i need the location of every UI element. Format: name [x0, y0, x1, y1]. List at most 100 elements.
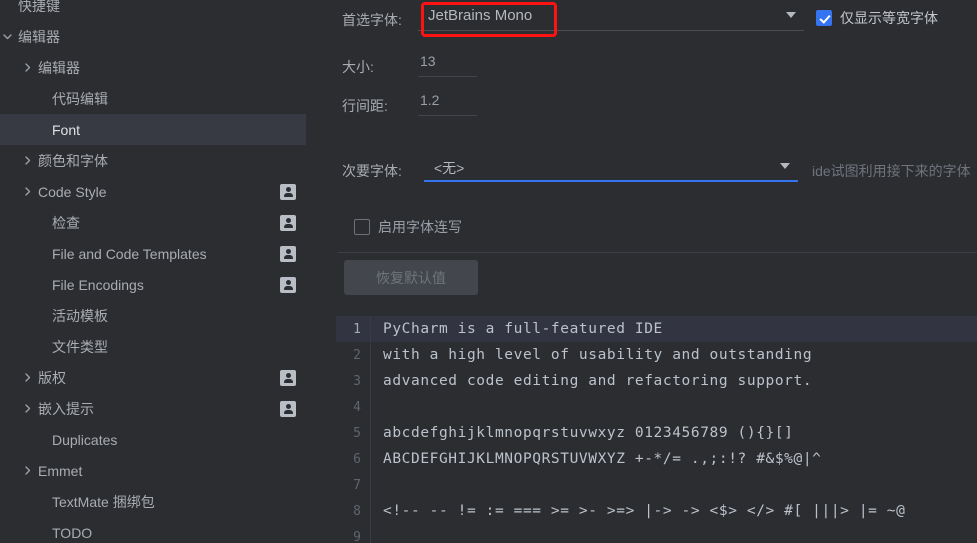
chevron-right-icon[interactable] [20, 464, 34, 478]
sidebar-item-3[interactable]: 代码编辑 [0, 83, 306, 114]
code-line[interactable]: 1 PyCharm is a full-featured IDE [336, 316, 977, 342]
person-icon [280, 183, 296, 200]
sidebar-item-8[interactable]: File and Code Templates [0, 238, 306, 269]
code-line[interactable]: 9 [336, 524, 977, 543]
line-number: 6 [353, 451, 361, 467]
chevron-down-icon[interactable] [0, 30, 14, 44]
sidebar-item-12[interactable]: 版权 [0, 362, 306, 393]
secondary-font-label: 次要字体: [342, 163, 402, 179]
size-input[interactable]: 13 [418, 53, 477, 77]
chevron-right-icon[interactable] [20, 402, 34, 416]
gutter-separator [370, 524, 371, 543]
sidebar-item-label: 文件类型 [52, 338, 108, 355]
checkbox-unchecked-icon[interactable] [354, 219, 370, 235]
sidebar-item-label: Font [52, 121, 81, 138]
code-text: with a high level of usability and outst… [383, 347, 813, 363]
sidebar-scrollbar-track[interactable] [306, 0, 622, 543]
chevron-down-icon[interactable] [780, 163, 790, 169]
sidebar-item-17[interactable]: TODO [0, 517, 306, 543]
code-line[interactable]: 2 with a high level of usability and outs… [336, 342, 977, 368]
gutter-separator [370, 394, 371, 420]
line-height-label: 行间距: [342, 98, 388, 114]
sidebar-item-0[interactable]: 快捷键 [0, 0, 306, 21]
secondary-font-label-row: 次要字体: [342, 161, 402, 181]
chevron-right-icon[interactable] [20, 185, 34, 199]
code-line[interactable]: 5 abcdefghijklmnopqrstuvwxyz 0123456789 (… [336, 420, 977, 446]
line-number: 5 [353, 425, 361, 441]
sidebar-item-11[interactable]: 文件类型 [0, 331, 306, 362]
code-line[interactable]: 7 [336, 472, 977, 498]
sidebar-item-label: 快捷键 [18, 0, 60, 14]
person-icon [280, 369, 296, 386]
secondary-font-combobox[interactable]: <无> [424, 156, 798, 182]
sidebar-item-4[interactable]: Font [0, 114, 306, 145]
primary-font-value: JetBrains Mono [428, 7, 533, 24]
sidebar-item-label: Code Style [38, 183, 107, 200]
code-text: <!-- -- != := === >= >- >=> |-> -> <$> <… [383, 503, 906, 519]
sidebar-item-15[interactable]: Emmet [0, 455, 306, 486]
sidebar-item-label: 嵌入提示 [38, 400, 94, 417]
chevron-down-icon[interactable] [786, 12, 796, 18]
person-icon [280, 245, 296, 262]
line-number: 2 [353, 347, 361, 363]
primary-font-label-row: 首选字体: [342, 10, 402, 30]
sidebar-item-label: 代码编辑 [52, 90, 108, 107]
line-height-underline [418, 115, 477, 116]
section-divider [338, 252, 977, 253]
sidebar-item-14[interactable]: Duplicates [0, 424, 306, 455]
monospaced-only-checkbox[interactable]: 仅显示等宽字体 [816, 8, 938, 28]
sidebar-item-10[interactable]: 活动模板 [0, 300, 306, 331]
sidebar-item-label: 活动模板 [52, 307, 108, 324]
sidebar-item-16[interactable]: TextMate 捆绑包 [0, 486, 306, 517]
sidebar-item-9[interactable]: File Encodings [0, 269, 306, 300]
code-text: ABCDEFGHIJKLMNOPQRSTUVWXYZ +-*/= .,;:!? … [383, 451, 822, 467]
sidebar-item-13[interactable]: 嵌入提示 [0, 393, 306, 424]
code-line[interactable]: 6 ABCDEFGHIJKLMNOPQRSTUVWXYZ +-*/= .,;:!?… [336, 446, 977, 472]
sidebar-item-label: 检查 [52, 214, 80, 231]
sidebar-item-label: Duplicates [52, 431, 118, 448]
line-number: 8 [353, 503, 361, 519]
sidebar-item-label: TextMate 捆绑包 [52, 493, 155, 510]
code-lines: 1 PyCharm is a full-featured IDE 2 with a h… [336, 316, 977, 543]
sidebar-item-label: 编辑器 [38, 59, 80, 76]
sidebar-item-label: 编辑器 [18, 28, 60, 45]
line-height-label-row: 行间距: [342, 96, 388, 116]
person-icon [280, 214, 296, 231]
secondary-font-hint: ide试图利用接下来的字体 [812, 163, 971, 179]
line-number: 4 [353, 399, 361, 415]
sidebar-item-label: Emmet [38, 462, 83, 479]
person-icon [280, 276, 296, 293]
line-number: 7 [353, 477, 361, 493]
enable-ligatures-checkbox[interactable]: 启用字体连写 [354, 217, 462, 237]
chevron-right-icon[interactable] [20, 154, 34, 168]
size-value: 13 [420, 53, 436, 69]
checkbox-checked-icon[interactable] [816, 10, 832, 26]
sidebar-item-2[interactable]: 编辑器 [0, 52, 306, 83]
sidebar-item-6[interactable]: Code Style [0, 176, 306, 207]
line-number: 1 [353, 321, 361, 337]
restore-defaults-button[interactable]: 恢复默认值 [344, 260, 478, 295]
code-text: PyCharm is a full-featured IDE [383, 321, 663, 337]
code-line[interactable]: 3 advanced code editing and refactoring s… [336, 368, 977, 394]
chevron-right-icon[interactable] [20, 61, 34, 75]
gutter-separator [370, 472, 371, 498]
sidebar-item-label: 颜色和字体 [38, 152, 108, 169]
sidebar-item-label: TODO [52, 524, 93, 541]
monospaced-only-label: 仅显示等宽字体 [840, 10, 938, 26]
primary-font-label: 首选字体: [342, 12, 402, 28]
tree-rows: 快捷键 编辑器 编辑器 代码编辑 Font 颜色和字体 Code Style 检查 File a… [0, 0, 306, 543]
sidebar-item-1[interactable]: 编辑器 [0, 21, 306, 52]
line-number: 9 [353, 529, 361, 543]
chevron-right-icon[interactable] [20, 371, 34, 385]
sidebar-item-label: 版权 [38, 369, 66, 386]
sidebar-item-7[interactable]: 检查 [0, 207, 306, 238]
sidebar-item-5[interactable]: 颜色和字体 [0, 145, 306, 176]
line-height-input[interactable]: 1.2 [418, 92, 477, 116]
primary-font-combobox[interactable]: JetBrains Mono [418, 5, 804, 31]
settings-category-tree[interactable]: 快捷键 编辑器 编辑器 代码编辑 Font 颜色和字体 Code Style 检查 File a… [0, 0, 306, 543]
code-line[interactable]: 4 [336, 394, 977, 420]
enable-ligatures-label: 启用字体连写 [378, 219, 462, 235]
font-preview-editor[interactable]: 1 PyCharm is a full-featured IDE 2 with a h… [336, 316, 977, 543]
settings-window: 快捷键 编辑器 编辑器 代码编辑 Font 颜色和字体 Code Style 检查 File a… [0, 0, 977, 543]
code-line[interactable]: 8 <!-- -- != := === >= >- >=> |-> -> <$> … [336, 498, 977, 524]
